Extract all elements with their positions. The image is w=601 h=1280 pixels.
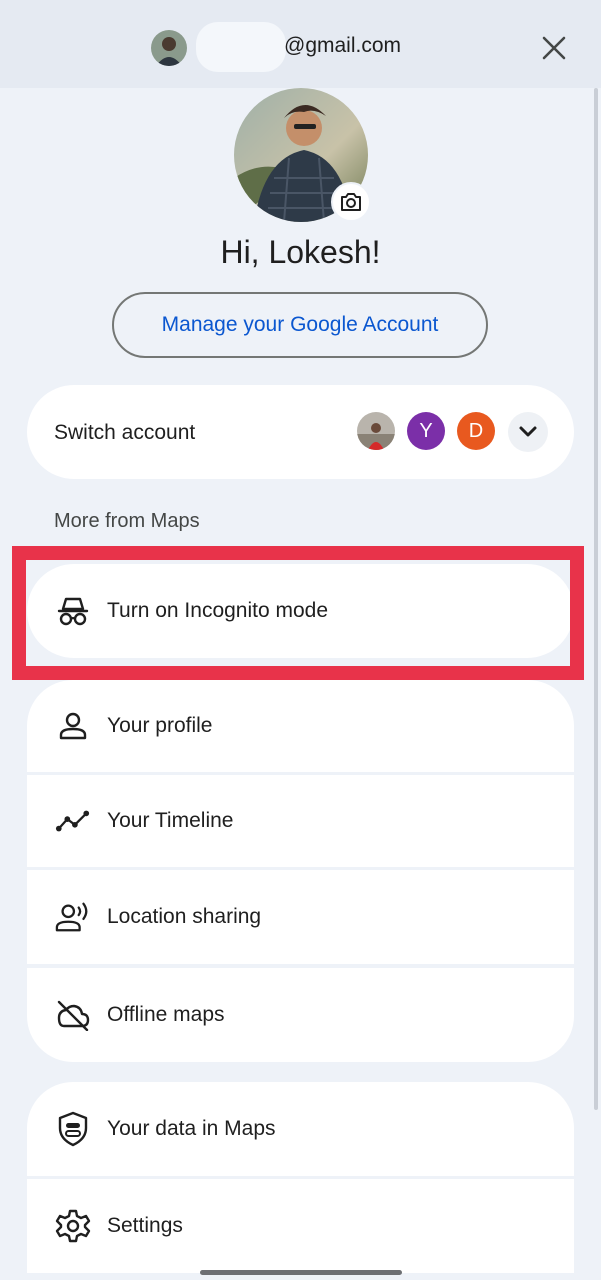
switch-account-card[interactable]: Switch account Y D [27,385,574,479]
settings-item[interactable]: Settings [27,1179,574,1273]
person-icon [55,708,91,744]
redacted-email-blur [196,22,286,72]
offline-maps-label: Offline maps [107,1003,225,1026]
account-avatar-d[interactable]: D [457,412,495,450]
timeline-icon [55,803,91,839]
manage-account-button[interactable]: Manage your Google Account [112,292,488,358]
more-from-maps-heading: More from Maps [54,510,200,532]
highlight-box [12,546,584,680]
close-icon [542,36,566,60]
your-timeline-item[interactable]: Your Timeline [27,775,574,867]
chevron-down-icon [519,426,537,437]
camera-icon [341,193,361,211]
account-header: @gmail.com [0,0,601,88]
expand-accounts-button[interactable] [508,412,548,452]
home-indicator[interactable] [200,1270,402,1275]
your-data-item[interactable]: Your data in Maps [27,1082,574,1176]
close-button[interactable] [536,30,572,66]
your-profile-label: Your profile [107,714,213,737]
gear-icon [55,1208,91,1244]
account-email: @gmail.com [284,34,402,57]
your-profile-item[interactable]: Your profile [27,680,574,772]
location-sharing-item[interactable]: Location sharing [27,870,574,964]
account-avatar-photo[interactable] [357,412,395,450]
cloud-off-icon [55,997,91,1033]
greeting-text: Hi, Lokesh! [220,234,381,270]
header-avatar[interactable] [151,30,187,66]
change-photo-button[interactable] [331,182,371,222]
location-sharing-icon [55,899,91,935]
your-timeline-label: Your Timeline [107,809,234,832]
offline-maps-item[interactable]: Offline maps [27,968,574,1062]
switch-account-label: Switch account [54,421,196,444]
your-data-label: Your data in Maps [107,1117,276,1140]
account-avatar-y[interactable]: Y [407,412,445,450]
shield-icon [55,1111,91,1147]
location-sharing-label: Location sharing [107,905,262,928]
settings-label: Settings [107,1214,183,1237]
